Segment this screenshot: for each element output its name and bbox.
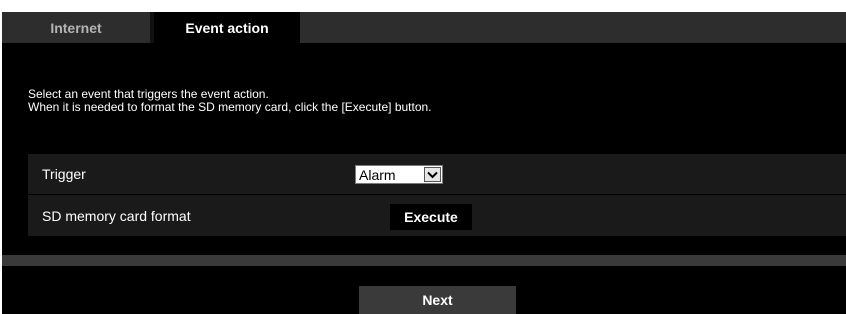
sd-format-row: SD memory card format Execute <box>28 195 846 236</box>
intro-line-2: When it is needed to format the SD memor… <box>28 100 432 114</box>
chevron-down-icon[interactable] <box>424 167 441 182</box>
execute-button[interactable]: Execute <box>390 204 472 230</box>
sd-format-label: SD memory card format <box>42 207 191 224</box>
settings-table: Trigger Alarm SD memory card format Exec… <box>28 154 846 236</box>
intro-text: Select an event that triggers the event … <box>28 88 432 114</box>
tab-bar: Internet Event action <box>2 12 846 43</box>
trigger-row: Trigger Alarm <box>28 154 846 194</box>
trigger-label: Trigger <box>42 166 86 182</box>
next-button[interactable]: Next <box>359 286 516 314</box>
tab-event-action[interactable]: Event action <box>154 12 300 43</box>
section-divider <box>2 255 846 266</box>
app-frame: Internet Event action Select an event th… <box>2 12 846 314</box>
trigger-select-value: Alarm <box>359 166 396 183</box>
tab-internet[interactable]: Internet <box>2 12 150 43</box>
trigger-select[interactable]: Alarm <box>355 165 443 184</box>
